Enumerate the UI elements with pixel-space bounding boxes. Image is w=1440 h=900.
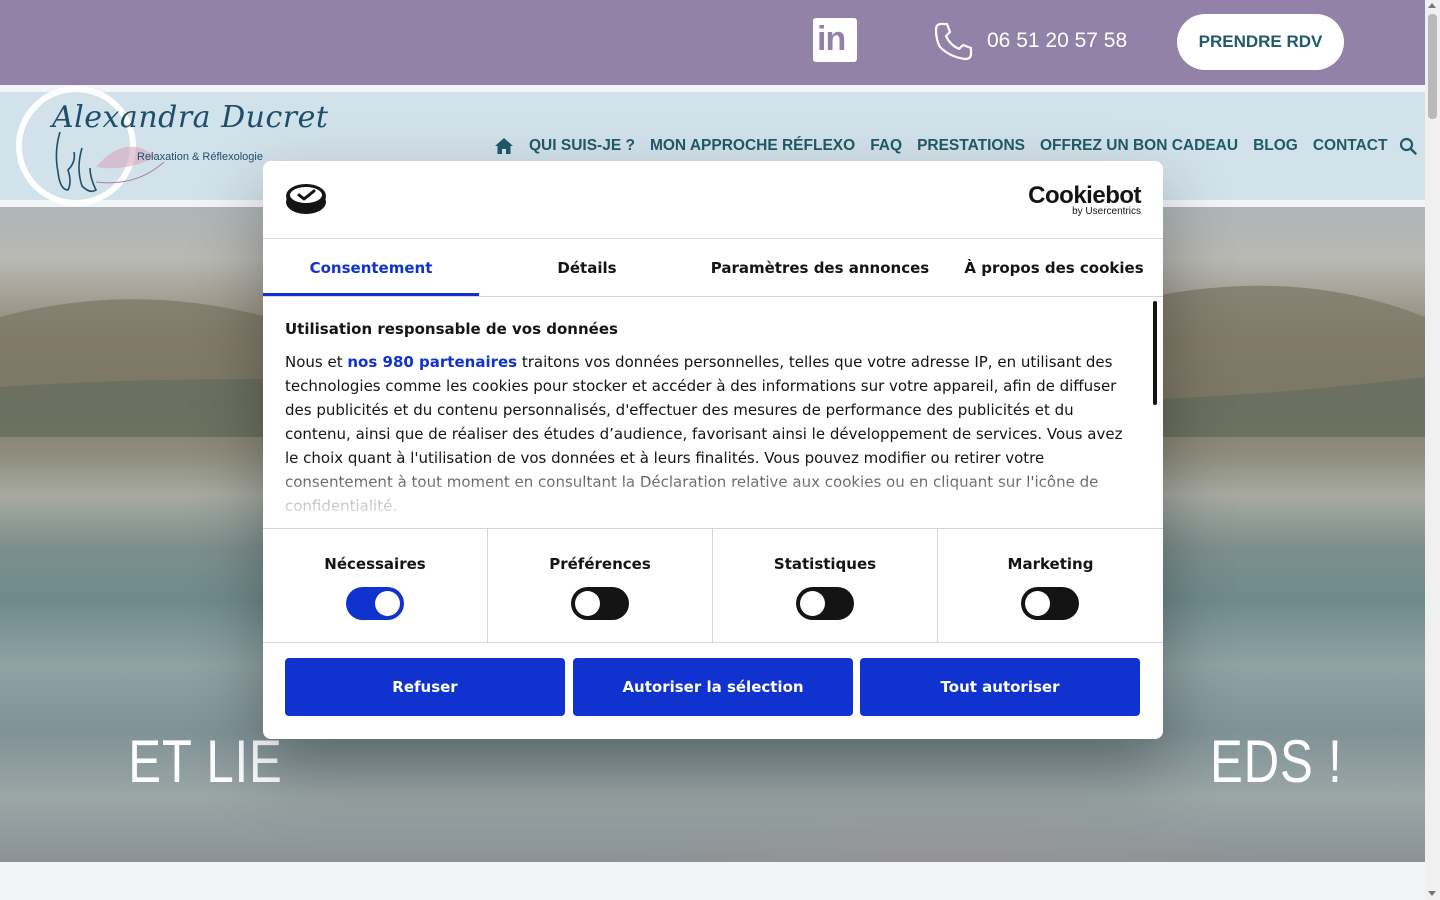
marketing-switch[interactable] <box>1021 587 1079 620</box>
toggle-marketing: Marketing <box>938 529 1163 642</box>
nav-about[interactable]: QUI SUIS-JE ? <box>529 137 635 155</box>
nav-blog[interactable]: BLOG <box>1253 137 1298 155</box>
tab-about-cookies[interactable]: À propos des cookies <box>945 239 1163 296</box>
scrollbar-thumb[interactable] <box>1428 14 1437 119</box>
phone-icon[interactable] <box>932 20 974 62</box>
page-scrollbar[interactable] <box>1425 0 1440 900</box>
search-icon[interactable] <box>1399 137 1418 155</box>
toggle-necessary-label: Nécessaires <box>324 555 426 573</box>
toggle-preferences-label: Préférences <box>549 555 651 573</box>
allow-selection-button[interactable]: Autoriser la sélection <box>573 658 853 716</box>
divider <box>263 642 1163 643</box>
partners-link[interactable]: nos 980 partenaires <box>347 353 517 371</box>
nav-contact[interactable]: CONTACT <box>1313 137 1388 155</box>
book-appointment-button[interactable]: PRENDRE RDV <box>1177 14 1344 70</box>
toggle-marketing-label: Marketing <box>1007 555 1094 573</box>
switch-knob <box>575 591 600 616</box>
consent-tabs: Consentement Détails Paramètres des anno… <box>263 239 1163 296</box>
consent-heading: Utilisation responsable de vos données <box>285 320 618 338</box>
consent-text-panel[interactable]: Utilisation responsable de vos données N… <box>285 320 1137 528</box>
main-nav: QUI SUIS-JE ? MON APPROCHE RÉFLEXO FAQ P… <box>494 136 1418 156</box>
consent-text-scrollbar[interactable] <box>1153 301 1157 405</box>
home-icon[interactable] <box>494 136 514 156</box>
cookiebot-logo-icon <box>286 184 326 214</box>
logo-tagline: Relaxation & Réflexologie <box>137 151 263 163</box>
nav-approach[interactable]: MON APPROCHE RÉFLEXO <box>650 137 855 155</box>
toggle-necessary: Nécessaires <box>263 529 488 642</box>
toggle-statistics: Statistiques <box>713 529 938 642</box>
switch-knob <box>375 591 400 616</box>
nav-faq[interactable]: FAQ <box>870 137 902 155</box>
toggle-preferences: Préférences <box>488 529 713 642</box>
consent-body: Nous et nos 980 partenaires traitons vos… <box>285 350 1137 518</box>
linkedin-icon-text: in <box>817 20 846 58</box>
scroll-up-arrow-icon[interactable] <box>1428 3 1436 8</box>
top-bar: in 06 51 20 57 58 PRENDRE RDV <box>0 0 1425 85</box>
nav-gift-card[interactable]: OFFREZ UN BON CADEAU <box>1040 137 1238 155</box>
refuse-button[interactable]: Refuser <box>285 658 565 716</box>
tab-ad-settings[interactable]: Paramètres des annonces <box>695 239 945 296</box>
consent-body-rest: traitons vos données personnelles, telle… <box>285 353 1123 515</box>
statistics-switch[interactable] <box>796 587 854 620</box>
divider <box>263 296 1163 297</box>
switch-knob <box>800 591 825 616</box>
phone-number[interactable]: 06 51 20 57 58 <box>987 29 1127 53</box>
tab-details[interactable]: Détails <box>479 239 695 296</box>
linkedin-icon[interactable]: in <box>813 18 857 62</box>
cookie-consent-dialog: Cookiebot by Usercentrics Consentement D… <box>263 161 1163 739</box>
nav-services[interactable]: PRESTATIONS <box>917 137 1025 155</box>
consent-body-start: Nous et <box>285 353 348 371</box>
consent-toggles: Nécessaires Préférences Statistiques Mar… <box>263 529 1163 642</box>
scroll-down-arrow-icon[interactable] <box>1428 891 1436 896</box>
switch-knob <box>1025 591 1050 616</box>
preferences-switch[interactable] <box>571 587 629 620</box>
logo-name[interactable]: Alexandra Ducret <box>52 100 328 135</box>
tab-consent[interactable]: Consentement <box>263 239 479 296</box>
toggle-statistics-label: Statistiques <box>773 555 877 573</box>
page-bottom-strip <box>0 862 1425 900</box>
cookiebot-brand: Cookiebot by Usercentrics <box>1028 183 1141 218</box>
allow-all-button[interactable]: Tout autoriser <box>860 658 1140 716</box>
necessary-switch[interactable] <box>346 587 404 620</box>
